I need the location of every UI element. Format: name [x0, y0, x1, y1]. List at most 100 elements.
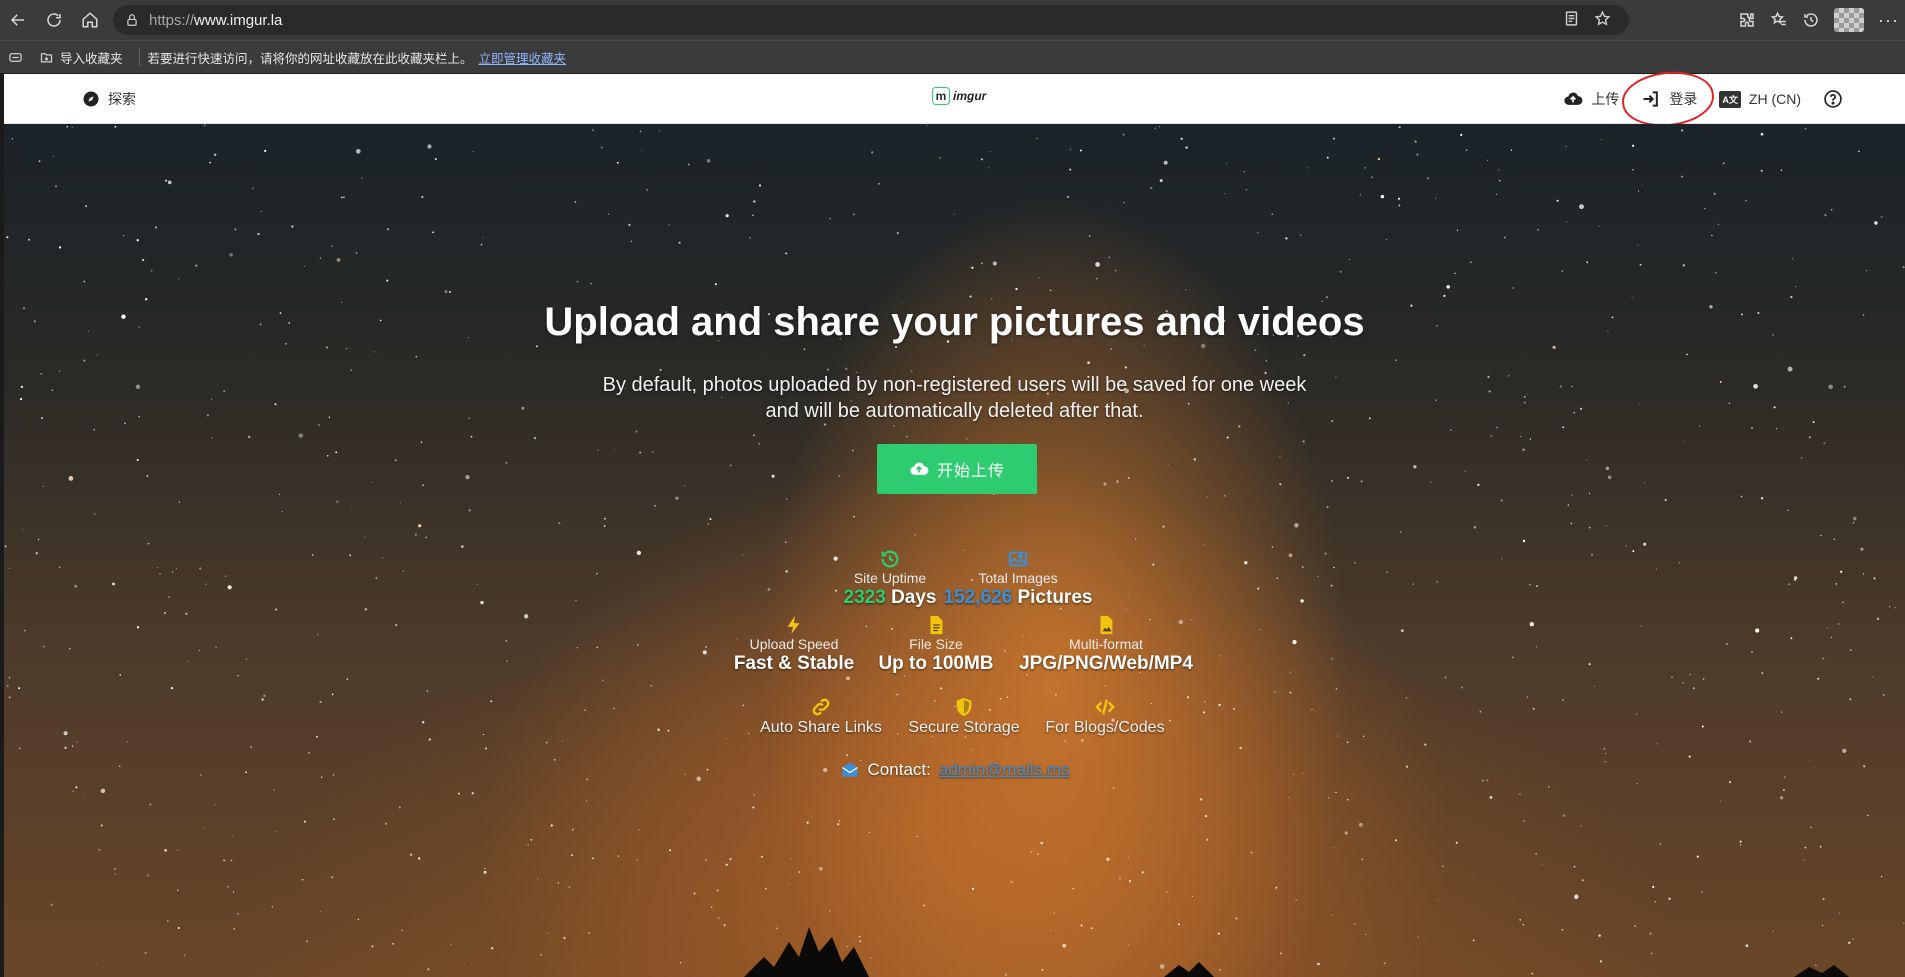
- import-favorites-button[interactable]: 导入收藏夹: [31, 48, 131, 67]
- star: [871, 151, 874, 154]
- explore-label: 探索: [108, 91, 136, 107]
- browser-toolbar: https://www.imgur.la ···: [0, 0, 1905, 40]
- manage-favorites-link[interactable]: 立即管理收藏夹: [479, 48, 567, 67]
- star: [585, 800, 588, 802]
- star: [1849, 649, 1852, 652]
- star: [1095, 261, 1101, 267]
- star: [687, 163, 690, 166]
- star: [1279, 455, 1281, 458]
- star: [916, 836, 918, 838]
- history-icon[interactable]: [1802, 11, 1820, 29]
- star: [1460, 133, 1463, 137]
- import-favorites-label: 导入收藏夹: [60, 51, 123, 66]
- contact-email-link[interactable]: admin@mails.ms: [939, 760, 1070, 780]
- star: [483, 870, 487, 874]
- more-menu-icon[interactable]: ···: [1878, 10, 1899, 31]
- star: [1588, 526, 1591, 529]
- star: [340, 196, 343, 199]
- star: [1295, 898, 1298, 901]
- home-button[interactable]: [72, 2, 108, 38]
- back-button[interactable]: [0, 2, 36, 38]
- star: [214, 153, 217, 156]
- star: [198, 650, 200, 652]
- reader-mode-icon[interactable]: [1563, 10, 1580, 27]
- star: [223, 859, 225, 862]
- star: [1837, 622, 1840, 626]
- bookmarks-menu[interactable]: [0, 50, 31, 65]
- favorite-star-icon[interactable]: [1594, 10, 1611, 27]
- star: [444, 290, 448, 293]
- images-unit: Pictures: [1017, 587, 1093, 608]
- star: [147, 542, 150, 545]
- star: [1434, 197, 1437, 199]
- star: [636, 550, 642, 556]
- profile-avatar[interactable]: [1834, 8, 1865, 32]
- star: [1496, 426, 1498, 429]
- star: [1779, 796, 1784, 800]
- star: [1306, 167, 1308, 169]
- star: [1562, 814, 1566, 817]
- cloud-upload-icon: [1564, 92, 1583, 105]
- star: [75, 786, 78, 789]
- star: [1536, 646, 1538, 648]
- star: [326, 346, 329, 349]
- star: [1162, 525, 1165, 528]
- star: [1302, 440, 1305, 443]
- star: [1219, 655, 1221, 657]
- lock-icon: [127, 14, 137, 26]
- star: [402, 570, 404, 572]
- tree-silhouette: [744, 927, 1849, 977]
- star: [1749, 740, 1752, 743]
- extensions-icon[interactable]: [1738, 11, 1756, 29]
- star: [1300, 599, 1304, 603]
- star: [1454, 272, 1456, 275]
- star: [1571, 494, 1573, 496]
- star: [1118, 877, 1122, 880]
- star: [409, 853, 413, 856]
- star: [1444, 676, 1447, 679]
- star: [829, 910, 831, 912]
- star: [1257, 587, 1260, 590]
- help-button[interactable]: [1823, 89, 1843, 109]
- star: [1259, 628, 1261, 630]
- star: [136, 458, 139, 461]
- star: [650, 685, 652, 687]
- language-selector[interactable]: A文 ZH (CN): [1719, 90, 1801, 108]
- bookmarks-hint: 若要进行快速访问，请将你的网址收藏放在此收藏夹栏上。: [147, 51, 473, 66]
- size-label: File Size: [909, 636, 963, 652]
- star: [558, 521, 561, 525]
- star: [1223, 494, 1226, 497]
- envelope-icon: [841, 762, 858, 777]
- star: [8, 696, 11, 699]
- star: [150, 269, 153, 272]
- refresh-button[interactable]: [36, 2, 72, 38]
- favorites-icon[interactable]: [1770, 11, 1788, 29]
- upload-link[interactable]: 上传: [1563, 89, 1619, 109]
- star: [237, 675, 239, 677]
- star: [1430, 481, 1432, 483]
- star: [1684, 440, 1686, 442]
- star: [1225, 162, 1228, 164]
- site-logo[interactable]: m imgur: [932, 87, 986, 105]
- address-bar[interactable]: https://www.imgur.la: [113, 5, 1629, 35]
- star: [187, 660, 189, 662]
- star: [568, 886, 571, 888]
- star: [170, 686, 174, 690]
- star: [846, 676, 850, 681]
- star: [970, 749, 972, 751]
- star: [1562, 699, 1564, 701]
- star: [350, 369, 353, 372]
- star: [725, 863, 728, 866]
- star: [1501, 557, 1503, 560]
- login-link[interactable]: 登录: [1641, 89, 1697, 109]
- star: [1167, 464, 1169, 466]
- star: [342, 196, 345, 199]
- star: [1473, 525, 1477, 529]
- star: [483, 867, 486, 870]
- start-upload-button[interactable]: 开始上传: [877, 444, 1037, 494]
- star: [37, 538, 40, 541]
- star: [1739, 844, 1742, 846]
- star: [1588, 662, 1591, 666]
- explore-link[interactable]: 探索: [82, 89, 136, 109]
- star: [96, 354, 99, 356]
